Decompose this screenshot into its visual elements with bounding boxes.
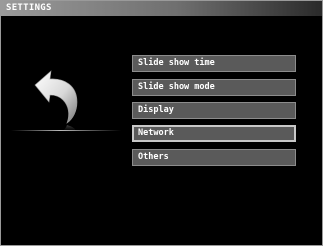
menu-item-label: Slide show time	[138, 58, 215, 68]
menu-item-others[interactable]: Others	[132, 149, 296, 166]
menu-item-label: Display	[138, 105, 174, 115]
title-bar: SETTINGS	[1, 1, 322, 16]
menu-item-label: Others	[138, 152, 169, 162]
menu-item-network[interactable]: Network	[132, 125, 296, 142]
menu-item-label: Slide show mode	[138, 82, 215, 92]
menu-item-slide-show-time[interactable]: Slide show time	[132, 55, 296, 72]
divider-line	[11, 130, 121, 131]
settings-screen: SETTINGS Slide show time Slide show mode…	[0, 0, 323, 246]
menu-item-slide-show-mode[interactable]: Slide show mode	[132, 79, 296, 96]
back-button[interactable]	[31, 69, 87, 133]
page-title: SETTINGS	[6, 3, 52, 13]
menu-item-label: Network	[138, 128, 174, 138]
back-arrow-icon	[34, 70, 78, 133]
menu-item-display[interactable]: Display	[132, 102, 296, 119]
